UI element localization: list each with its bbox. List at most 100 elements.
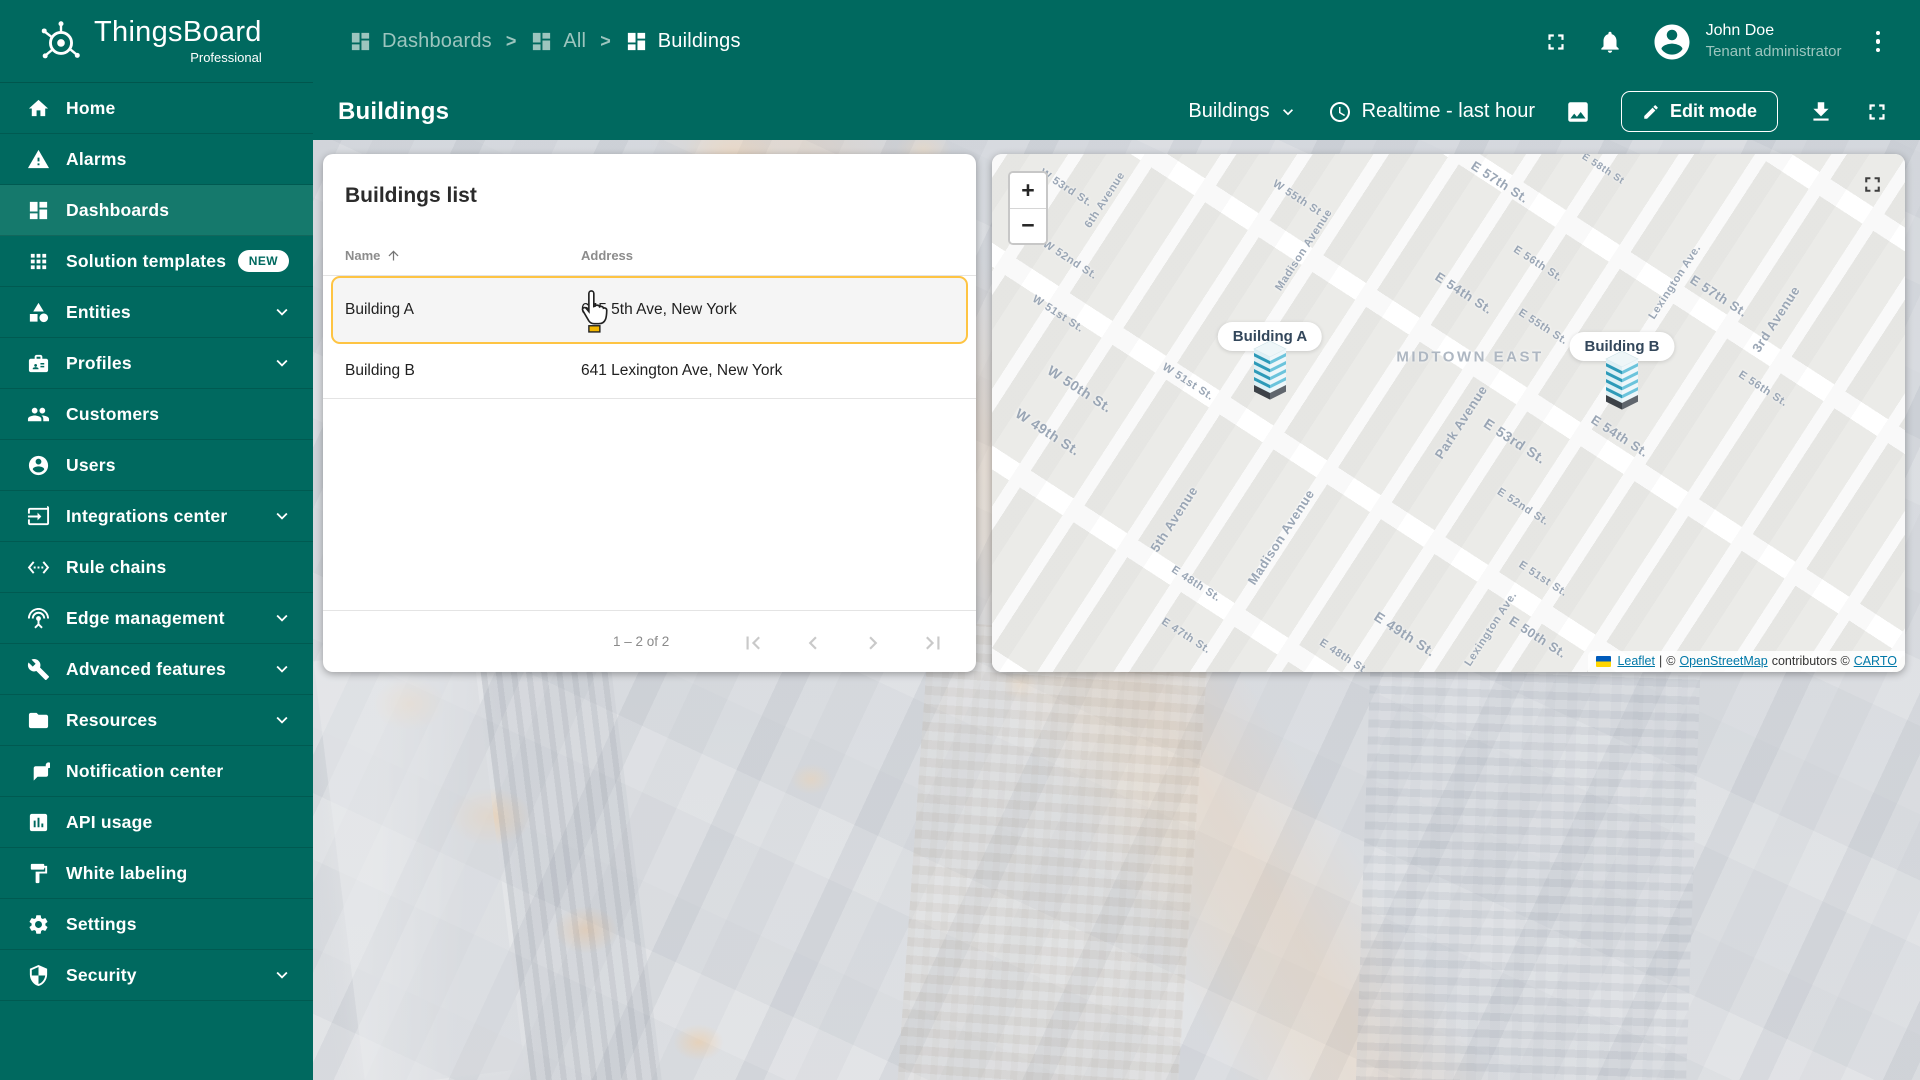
app-logo[interactable]: ThingsBoard Professional (0, 0, 313, 83)
app-root: ThingsBoard Professional Home Alarms Das… (0, 0, 1920, 1080)
antenna-icon (26, 606, 50, 630)
breadcrumb-buildings[interactable]: Buildings (625, 30, 741, 53)
new-badge: NEW (238, 250, 289, 272)
table-header: Name Address (323, 240, 976, 276)
user-menu[interactable]: John Doe Tenant administrator (1651, 21, 1842, 63)
chevron-down-icon (1278, 102, 1298, 122)
sidebar-item-integrations-center[interactable]: Integrations center (0, 491, 313, 542)
page-title: Buildings (338, 98, 449, 126)
sidebar-item-notification-center[interactable]: Notification center (0, 746, 313, 797)
sidebar-item-label: Entities (66, 302, 131, 323)
street-label: E 57th St. (1688, 272, 1751, 320)
dashboard-state-select[interactable]: Buildings (1188, 100, 1297, 123)
pagination: 1 – 2 of 2 (323, 610, 976, 672)
sidebar-item-security[interactable]: Security (0, 950, 313, 1001)
sidebar-item-edge-management[interactable]: Edge management (0, 593, 313, 644)
export-download-button[interactable] (1808, 99, 1834, 125)
sidebar-item-settings[interactable]: Settings (0, 899, 313, 950)
leaflet-link[interactable]: Leaflet (1617, 654, 1655, 668)
edit-mode-button[interactable]: Edit mode (1621, 91, 1778, 132)
breadcrumb-dashboards[interactable]: Dashboards (349, 30, 492, 53)
carto-link[interactable]: CARTO (1854, 654, 1897, 668)
street-label: E 47th St. (1159, 616, 1213, 657)
map-marker-building-b[interactable]: Building B (1600, 359, 1644, 419)
breadcrumb-all[interactable]: All (530, 30, 586, 53)
zoom-out-button[interactable]: − (1010, 209, 1046, 244)
sidebar-item-users[interactable]: Users (0, 440, 313, 491)
tools-icon (26, 657, 50, 681)
table-row-building-a[interactable]: Building A 645 5th Ave, New York (323, 276, 976, 344)
previous-page-button[interactable] (798, 628, 828, 658)
more-options-button[interactable] (1870, 27, 1887, 57)
sidebar-item-white-labeling[interactable]: White labeling (0, 848, 313, 899)
sidebar-item-label: Dashboards (66, 200, 169, 221)
first-page-button[interactable] (738, 628, 768, 658)
shapes-icon (26, 300, 50, 324)
sidebar-item-advanced-features[interactable]: Advanced features (0, 644, 313, 695)
street-label: E 52nd St. (1495, 486, 1551, 528)
home-icon (26, 96, 50, 120)
street-label: E 51st St. (1516, 559, 1569, 599)
sidebar-item-profiles[interactable]: Profiles (0, 338, 313, 389)
folder-icon (26, 708, 50, 732)
sidebar-item-api-usage[interactable]: API usage (0, 797, 313, 848)
chevron-down-icon (271, 709, 293, 731)
chevron-down-icon (271, 301, 293, 323)
map-marker-building-a[interactable]: Building A (1248, 349, 1292, 409)
user-name: John Doe (1706, 21, 1842, 42)
street-label: Madison Avenue (1273, 207, 1335, 293)
dashboard-toolbar-actions: Buildings Realtime - last hour Edit mode (1188, 91, 1890, 132)
sidebar-item-label: API usage (66, 812, 152, 833)
column-header-name[interactable]: Name (345, 248, 401, 263)
next-page-button[interactable] (858, 628, 888, 658)
dashboard-icon (530, 30, 553, 53)
sidebar-item-resources[interactable]: Resources (0, 695, 313, 746)
dashboard-image-button[interactable] (1565, 99, 1591, 125)
fullscreen-icon (1543, 29, 1569, 55)
pencil-icon (1642, 103, 1660, 121)
warning-icon (26, 147, 50, 171)
sidebar-item-label: White labeling (66, 863, 187, 884)
street-label: E 49th St. (1371, 608, 1438, 659)
street-label: 3rd Avenue (1749, 283, 1803, 355)
sidebar-item-label: Alarms (66, 149, 127, 170)
dashboard-icon (625, 30, 648, 53)
last-page-button[interactable] (918, 628, 948, 658)
person-icon (26, 453, 50, 477)
sidebar-item-label: Users (66, 455, 116, 476)
zoom-in-button[interactable]: + (1010, 173, 1046, 209)
sidebar-item-dashboards[interactable]: Dashboards (0, 185, 313, 236)
table-row-building-b[interactable]: Building B 641 Lexington Ave, New York (323, 344, 976, 399)
sidebar-item-label: Notification center (66, 761, 223, 782)
download-icon (1808, 99, 1834, 125)
sidebar-item-alarms[interactable]: Alarms (0, 134, 313, 185)
paint-roller-icon (26, 861, 50, 885)
first-page-icon (740, 630, 766, 656)
map-fullscreen-button[interactable] (1860, 172, 1885, 200)
chevron-down-icon (271, 607, 293, 629)
shield-icon (26, 963, 50, 987)
sidebar-item-customers[interactable]: Customers (0, 389, 313, 440)
fullscreen-icon (1860, 172, 1885, 197)
dashboard-icon (349, 30, 372, 53)
timewindow-button[interactable]: Realtime - last hour (1328, 100, 1535, 124)
notifications-bell-button[interactable] (1597, 29, 1623, 55)
map-tiles[interactable]: W 53rd St.6th AvenueW 55th StW 52nd St.W… (992, 154, 1905, 672)
sidebar-item-label: Security (66, 965, 137, 986)
sidebar-item-label: Resources (66, 710, 157, 731)
sidebar-item-home[interactable]: Home (0, 83, 313, 134)
dashboard-content: Buildings list Name Address Building A 6… (313, 140, 1920, 1080)
street-label: Madison Avenue (1245, 486, 1318, 587)
street-label: E 54th St. (1589, 412, 1652, 460)
photo-icon (1565, 99, 1591, 125)
sidebar-item-rule-chains[interactable]: Rule chains (0, 542, 313, 593)
sidebar-item-solution-templates[interactable]: Solution templates NEW (0, 236, 313, 287)
openstreetmap-link[interactable]: OpenStreetMap (1679, 654, 1767, 668)
fullscreen-button[interactable] (1543, 29, 1569, 55)
sidebar-item-entities[interactable]: Entities (0, 287, 313, 338)
buildings-map-widget[interactable]: W 53rd St.6th AvenueW 55th StW 52nd St.W… (992, 154, 1905, 672)
dashboard-fullscreen-button[interactable] (1864, 99, 1890, 125)
breadcrumb: Dashboards > All > Buildings (313, 30, 741, 53)
street-label: W 52nd St. (1041, 238, 1100, 282)
chevron-down-icon (271, 505, 293, 527)
